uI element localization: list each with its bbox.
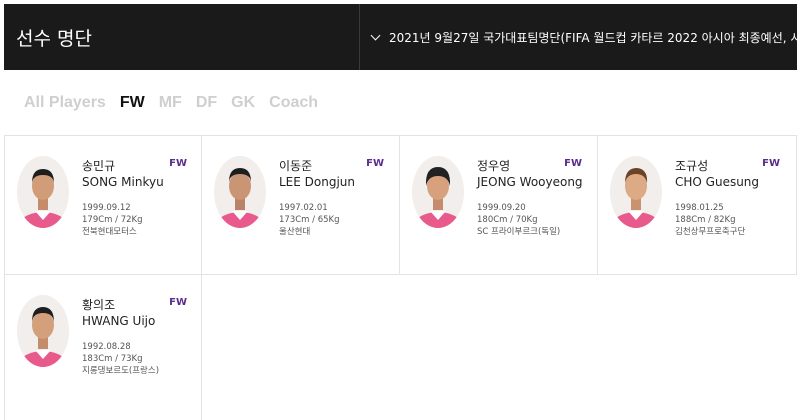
player-name-english: CHO Guesung — [675, 175, 760, 189]
player-card[interactable]: 정우영 JEONG Wooyeong 1999.09.20 180Cm / 70… — [399, 136, 596, 274]
player-club: 김천상무프로축구단 — [675, 227, 746, 237]
player-name-korean: 조규성 — [675, 159, 709, 173]
player-birthdate: 1992.08.28 — [82, 342, 131, 352]
tab-fw[interactable]: FW — [120, 94, 145, 112]
position-badge: FW — [564, 158, 582, 169]
tab-mf[interactable]: MF — [159, 94, 182, 112]
player-name-english: SONG Minkyu — [82, 175, 164, 189]
player-name-korean: 이동준 — [279, 159, 313, 173]
player-name-korean: 황의조 — [82, 298, 116, 312]
player-name-english: JEONG Wooyeong — [477, 175, 583, 189]
position-filter-tabs: All Players FW MF DF GK Coach — [24, 94, 318, 112]
roster-select-label: 2021년 9월27일 국가대표팀명단(FIFA 월드컵 카타르 2022 아시… — [389, 30, 797, 45]
roster-select[interactable]: 2021년 9월27일 국가대표팀명단(FIFA 월드컵 카타르 2022 아시… — [360, 4, 797, 70]
tab-all-players[interactable]: All Players — [24, 94, 106, 112]
position-badge: FW — [169, 297, 187, 308]
player-birthdate: 1999.09.12 — [82, 203, 131, 213]
chevron-down-icon — [370, 30, 381, 40]
position-badge: FW — [169, 158, 187, 169]
player-club: 지롱댕보르도(프랑스) — [82, 366, 160, 376]
page-title: 선수 명단 — [4, 4, 360, 70]
player-photo — [214, 156, 266, 228]
page-header: 선수 명단 2021년 9월27일 국가대표팀명단(FIFA 월드컵 카타르 2… — [4, 4, 797, 70]
player-card[interactable]: 황의조 HWANG Uijo 1992.08.28 183Cm / 73Kg 지… — [4, 275, 201, 413]
player-photo — [610, 156, 662, 228]
player-photo — [412, 156, 464, 228]
player-height-weight: 188Cm / 82Kg — [675, 215, 736, 225]
player-photo — [17, 295, 69, 367]
tab-df[interactable]: DF — [196, 94, 217, 112]
player-club: 전북현대모터스 — [82, 227, 137, 237]
player-height-weight: 183Cm / 73Kg — [82, 354, 143, 364]
player-birthdate: 1999.09.20 — [477, 203, 526, 213]
player-height-weight: 173Cm / 65Kg — [279, 215, 340, 225]
player-card[interactable]: 송민규 SONG Minkyu 1999.09.12 179Cm / 72Kg … — [4, 136, 201, 274]
player-birthdate: 1997.02.01 — [279, 203, 328, 213]
tab-gk[interactable]: GK — [231, 94, 255, 112]
player-club: 울산현대 — [279, 227, 311, 237]
player-grid: 송민규 SONG Minkyu 1999.09.12 179Cm / 72Kg … — [4, 135, 797, 420]
player-card[interactable]: 이동준 LEE Dongjun 1997.02.01 173Cm / 65Kg … — [201, 136, 398, 274]
player-name-korean: 송민규 — [82, 159, 116, 173]
player-name-english: LEE Dongjun — [279, 175, 356, 189]
grid-divider — [796, 136, 797, 274]
player-birthdate: 1998.01.25 — [675, 203, 724, 213]
player-height-weight: 179Cm / 72Kg — [82, 215, 143, 225]
player-height-weight: 180Cm / 70Kg — [477, 215, 538, 225]
player-photo — [17, 156, 69, 228]
player-club: SC 프라이부르크(독일) — [477, 227, 561, 237]
player-name-english: HWANG Uijo — [82, 314, 156, 328]
position-badge: FW — [366, 158, 384, 169]
position-badge: FW — [762, 158, 780, 169]
tab-coach[interactable]: Coach — [269, 94, 318, 112]
player-card[interactable]: 조규성 CHO Guesung 1998.01.25 188Cm / 82Kg … — [597, 136, 794, 274]
